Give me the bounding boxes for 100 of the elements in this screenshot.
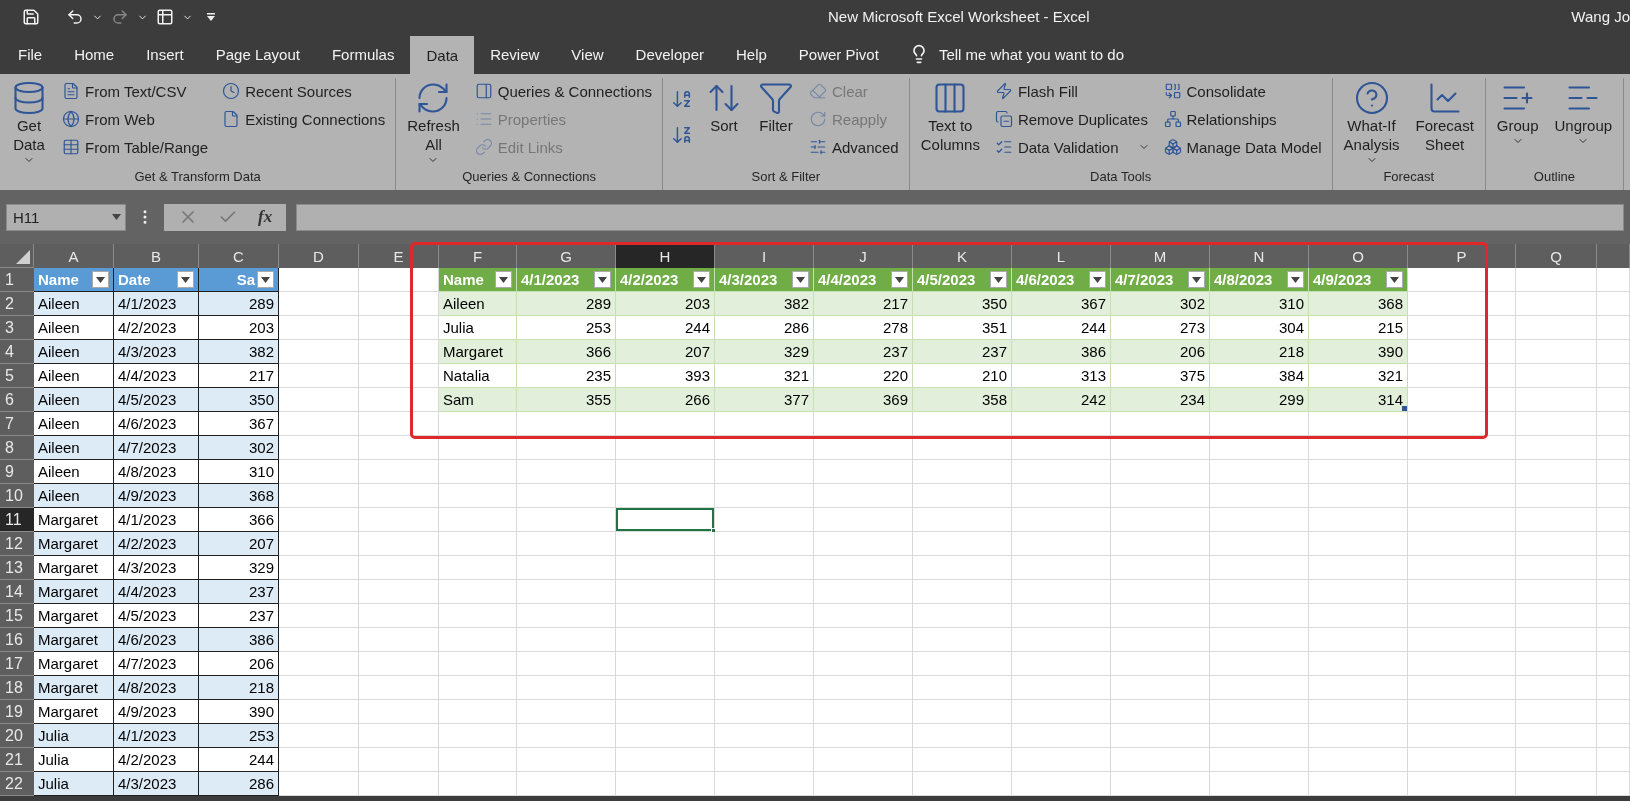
ribbon-button[interactable]: From Text/CSV	[60, 78, 211, 104]
row-header[interactable]: 16	[0, 628, 34, 652]
ribbon-tab[interactable]: File	[2, 34, 59, 74]
ribbon-tab[interactable]: View	[555, 34, 620, 74]
row-header[interactable]: 7	[0, 412, 34, 436]
row-header[interactable]: 17	[0, 652, 34, 676]
column-header[interactable]: B	[114, 244, 199, 268]
column-header[interactable]: H	[616, 244, 715, 268]
filter-dropdown-button[interactable]	[792, 271, 809, 288]
ribbon-button[interactable]: Forecast Sheet	[1412, 78, 1477, 169]
undo-icon[interactable]	[66, 8, 84, 26]
customize-icon[interactable]	[207, 13, 215, 21]
ribbon-button[interactable]: Flash Fill	[992, 78, 1152, 104]
filter-dropdown-button[interactable]	[693, 271, 710, 288]
row-header[interactable]: 10	[0, 484, 34, 508]
filter-dropdown-button[interactable]	[177, 271, 194, 288]
ribbon-button[interactable]: Advanced	[807, 134, 901, 160]
ribbon-button[interactable]: Relationships	[1161, 106, 1324, 132]
ribbon-button[interactable]: Text to Columns	[917, 78, 983, 169]
ribbon-tab[interactable]: Formulas	[315, 34, 411, 74]
column-header[interactable]: P	[1408, 244, 1516, 268]
ribbon-button[interactable]: Consolidate	[1161, 78, 1324, 104]
filter-dropdown-button[interactable]	[891, 271, 908, 288]
filter-dropdown-button[interactable]	[495, 271, 512, 288]
filter-dropdown-button[interactable]	[1287, 271, 1304, 288]
ribbon-button[interactable]: What-If Analysis	[1340, 78, 1403, 169]
filter-dropdown-button[interactable]	[990, 271, 1007, 288]
column-header[interactable]: A	[34, 244, 114, 268]
column-header[interactable]: O	[1309, 244, 1408, 268]
ribbon-button[interactable]: Refresh All	[404, 78, 463, 169]
ribbon-tab[interactable]: Developer	[619, 34, 720, 74]
ribbon-button[interactable]: Recent Sources	[220, 78, 388, 104]
row-header[interactable]: 5	[0, 364, 34, 388]
filter-dropdown-button[interactable]	[1188, 271, 1205, 288]
resize-handle-icon[interactable]	[1402, 406, 1407, 411]
ribbon-tab[interactable]: Review	[474, 34, 556, 74]
row-header[interactable]: 14	[0, 580, 34, 604]
ribbon-tab[interactable]: Data	[410, 36, 475, 74]
column-header[interactable]: L	[1012, 244, 1111, 268]
ribbon-button[interactable]: Remove Duplicates	[992, 106, 1152, 132]
filter-dropdown-button[interactable]	[1386, 271, 1403, 288]
ribbon-button[interactable]: Group	[1493, 78, 1542, 169]
name-box[interactable]: H11	[6, 203, 126, 231]
row-header[interactable]: 19	[0, 700, 34, 724]
ribbon-button[interactable]: From Web	[60, 106, 211, 132]
insert-function-button[interactable]: fx	[258, 207, 273, 227]
selected-cell[interactable]	[616, 508, 715, 532]
column-header[interactable]: J	[814, 244, 913, 268]
filter-dropdown-button[interactable]	[257, 271, 274, 288]
column-header[interactable]: D	[279, 244, 359, 268]
form-icon[interactable]	[156, 8, 174, 26]
ribbon-button[interactable]: Sort	[703, 78, 745, 169]
column-header[interactable]: I	[715, 244, 814, 268]
sort-ascending-icon[interactable]	[671, 88, 693, 110]
row-header[interactable]: 9	[0, 460, 34, 484]
row-header[interactable]: 20	[0, 724, 34, 748]
row-header[interactable]: 11	[0, 508, 34, 532]
ribbon-tab[interactable]: Home	[58, 34, 131, 74]
row-header[interactable]: 13	[0, 556, 34, 580]
filter-dropdown-button[interactable]	[92, 271, 109, 288]
row-header[interactable]: 6	[0, 388, 34, 412]
row-header[interactable]: 8	[0, 436, 34, 460]
sort-descending-icon[interactable]	[671, 124, 693, 146]
formula-field[interactable]	[296, 203, 1624, 231]
ribbon-button[interactable]: Queries & Connections	[472, 78, 654, 104]
row-header[interactable]: 22	[0, 772, 34, 796]
column-header[interactable]: C	[199, 244, 279, 268]
ribbon-button[interactable]: Existing Connections	[220, 106, 388, 132]
column-header[interactable]: G	[517, 244, 616, 268]
row-header[interactable]: 21	[0, 748, 34, 772]
ribbon-tab[interactable]: Insert	[130, 34, 200, 74]
ribbon-button[interactable]: Get Data	[8, 78, 50, 169]
column-header[interactable]: N	[1210, 244, 1309, 268]
ribbon-button[interactable]: Manage Data Model	[1161, 134, 1324, 160]
select-all-button[interactable]	[0, 244, 34, 268]
row-header[interactable]: 2	[0, 292, 34, 316]
column-header[interactable]: E	[359, 244, 439, 268]
ribbon-button[interactable]: Filter	[755, 78, 797, 169]
row-header[interactable]: 1	[0, 268, 34, 292]
ribbon-button[interactable]: Data Validation	[992, 134, 1152, 160]
ribbon-tab[interactable]: Power Pivot	[782, 34, 895, 74]
filter-dropdown-button[interactable]	[1089, 271, 1106, 288]
ribbon-button[interactable]: Ungroup	[1551, 78, 1616, 169]
ribbon-tab[interactable]: Help	[719, 34, 783, 74]
row-header[interactable]: 3	[0, 316, 34, 340]
ribbon-tab[interactable]: Page Layout	[199, 34, 316, 74]
ribbon-button[interactable]: From Table/Range	[60, 134, 211, 160]
tell-me-search[interactable]: Tell me what you want to do	[938, 45, 1124, 63]
column-header[interactable]	[1597, 244, 1630, 268]
column-header[interactable]: K	[913, 244, 1012, 268]
filter-dropdown-button[interactable]	[594, 271, 611, 288]
column-header[interactable]: M	[1111, 244, 1210, 268]
redo-icon[interactable]	[111, 8, 129, 26]
column-header[interactable]: F	[439, 244, 517, 268]
column-header[interactable]: Q	[1516, 244, 1597, 268]
row-header[interactable]: 4	[0, 340, 34, 364]
save-icon[interactable]	[22, 8, 40, 26]
row-header[interactable]: 18	[0, 676, 34, 700]
row-header[interactable]: 15	[0, 604, 34, 628]
row-header[interactable]: 12	[0, 532, 34, 556]
